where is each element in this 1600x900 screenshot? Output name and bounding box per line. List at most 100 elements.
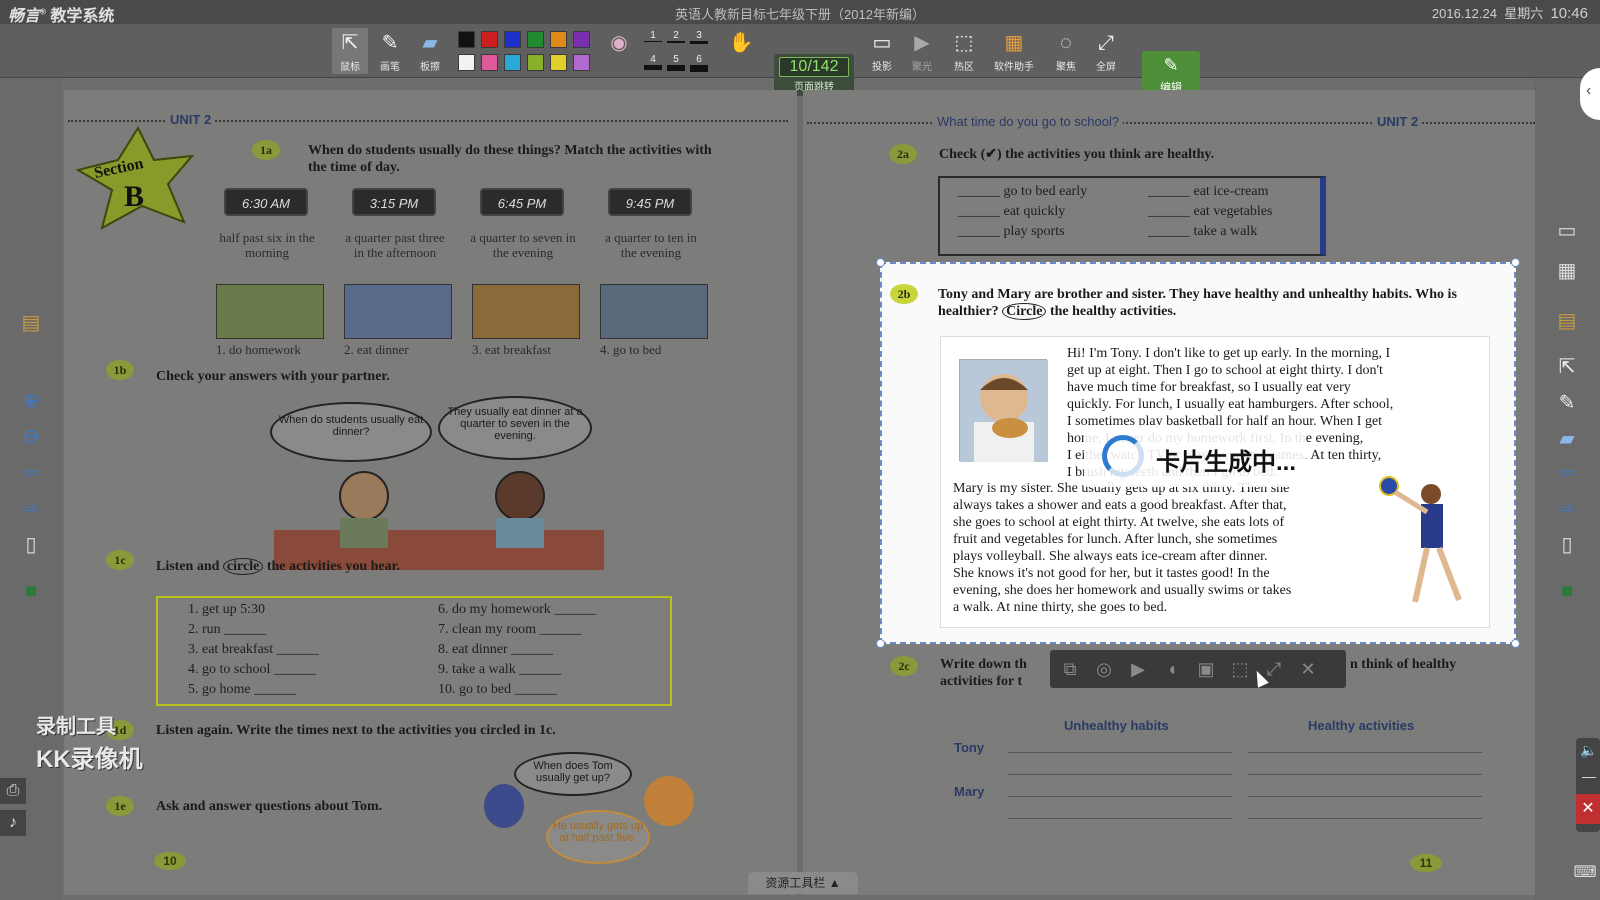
color-swatch[interactable]: [573, 31, 590, 48]
answer-line[interactable]: [1248, 752, 1482, 753]
hotzone-button[interactable]: ⬚ 热区: [946, 28, 982, 74]
window-title: 英语人教新目标七年级下册（2012年新编）: [675, 7, 925, 22]
color-swatch[interactable]: [550, 54, 567, 71]
frame-icon[interactable]: ▣: [1194, 658, 1218, 680]
eraser-icon[interactable]: ▰: [1554, 426, 1580, 452]
prev-page-icon[interactable]: ⇦: [1554, 460, 1580, 486]
section-b-star: Section B: [72, 125, 204, 236]
line-width-option[interactable]: 4: [644, 54, 662, 70]
activity-item: 4. go to school ______: [188, 662, 316, 677]
color-swatch[interactable]: [481, 31, 498, 48]
checklist-item: ______ eat quickly: [958, 204, 1066, 219]
line-width-option[interactable]: 1: [644, 30, 662, 42]
answer-line[interactable]: [1248, 818, 1482, 819]
checklist-item: ______ eat vegetables: [1148, 204, 1273, 219]
prev-page-icon[interactable]: ⇦: [18, 460, 44, 486]
whiteboard-icon[interactable]: ▭: [1554, 218, 1580, 244]
mouse-tool-button[interactable]: ⇱ 鼠标: [332, 28, 368, 74]
layout-icon[interactable]: ⧉: [1058, 658, 1082, 680]
line-width-option[interactable]: 2: [667, 30, 685, 43]
resize-handle[interactable]: [876, 258, 885, 267]
lightbulb-icon[interactable]: ◎: [1092, 658, 1116, 680]
color-wheel-button[interactable]: ◉: [604, 28, 634, 74]
focus-button[interactable]: ◌ 聚焦: [1048, 28, 1084, 74]
homework-image: [216, 284, 324, 339]
speaker-icon[interactable]: ◖: [1160, 658, 1184, 680]
answer-line[interactable]: [1248, 774, 1482, 775]
answer-line[interactable]: [1008, 774, 1232, 775]
card-loading-overlay: 卡片生成中...: [1084, 425, 1306, 487]
digital-clock: 6:45 PM: [480, 188, 564, 216]
resize-handle[interactable]: [876, 639, 885, 648]
next-page-icon[interactable]: ⇨: [18, 496, 44, 522]
activity-item: 2. run ______: [188, 622, 267, 637]
speech-bubble: He usually gets up at half past five.: [546, 810, 650, 864]
activity-item: 3. eat breakfast ______: [188, 642, 319, 657]
notebook-icon[interactable]: ▤: [18, 310, 44, 336]
zoom-in-icon[interactable]: ⊕: [18, 388, 44, 414]
music-note-icon[interactable]: ♪: [0, 810, 26, 836]
next-page-icon[interactable]: ⇨: [1554, 496, 1580, 522]
zoom-out-icon[interactable]: ⊖: [18, 424, 44, 450]
close-icon[interactable]: ✕: [1576, 794, 1600, 824]
answer-line[interactable]: [1008, 796, 1232, 797]
board-icon[interactable]: ■: [1554, 578, 1580, 604]
collapse-tab[interactable]: ‹: [1580, 68, 1600, 120]
answer-line[interactable]: [1008, 752, 1232, 753]
hand-tool-button[interactable]: ✋: [726, 28, 756, 74]
speaker-icon[interactable]: 🔈: [1580, 742, 1597, 759]
play-icon[interactable]: ▶: [1126, 658, 1150, 680]
resource-toolbar-toggle[interactable]: 资源工具栏 ▲: [748, 872, 858, 894]
activity-item: 6. do my homework ______: [438, 602, 597, 617]
document-icon[interactable]: ▯: [1554, 532, 1580, 558]
screenshot-icon[interactable]: ⬚: [1228, 658, 1252, 680]
pen-tool-button[interactable]: ✎ 画笔: [372, 28, 408, 74]
document-icon[interactable]: ▯: [18, 532, 44, 558]
thumbnails-icon[interactable]: ▦: [1554, 258, 1580, 284]
time-label: a quarter past three in the afternoon: [345, 230, 445, 260]
notebook-icon[interactable]: ▤: [1554, 308, 1580, 334]
keyboard-icon[interactable]: ⌨: [1572, 860, 1598, 886]
line-width-option[interactable]: 5: [667, 54, 685, 71]
minus-icon[interactable]: —: [1582, 768, 1596, 784]
eraser-icon: ▰: [422, 32, 438, 54]
color-swatch[interactable]: [527, 31, 544, 48]
row-label: Tony: [954, 740, 985, 755]
textbook-page-left: UNIT 2 Section B 1a When do students usu…: [64, 90, 797, 895]
unit-label: UNIT 2: [166, 112, 216, 127]
board-icon[interactable]: ■: [18, 578, 44, 604]
spotlight-button[interactable]: ▶ 聚光: [904, 28, 940, 74]
answer-line[interactable]: [1248, 796, 1482, 797]
pen-icon[interactable]: ✎: [1554, 390, 1580, 416]
color-swatch[interactable]: [573, 54, 590, 71]
exercise-number: 1c: [106, 550, 134, 570]
software-assistant-button[interactable]: ▦ 软件助手: [990, 28, 1038, 74]
line-width-option[interactable]: 6: [690, 54, 708, 72]
close-icon[interactable]: ✕: [1296, 658, 1320, 680]
color-swatch[interactable]: [527, 54, 544, 71]
projector-icon: ▭: [872, 32, 892, 54]
color-swatch[interactable]: [458, 31, 475, 48]
eraser-tool-button[interactable]: ▰ 板擦: [412, 28, 448, 74]
color-wheel-icon: ◉: [610, 32, 628, 54]
record-tool-icon[interactable]: ⎙: [0, 778, 26, 804]
title-bar: 畅言® 教学系统 英语人教新目标七年级下册（2012年新编） 2016.12.2…: [0, 0, 1600, 25]
resize-handle[interactable]: [1511, 639, 1520, 648]
color-swatch[interactable]: [504, 31, 521, 48]
listening-activity-box: 1. get up 5:30 2. run ______ 3. eat brea…: [156, 596, 672, 706]
color-swatch[interactable]: [504, 54, 521, 71]
cursor-icon[interactable]: ⇱: [1554, 354, 1580, 380]
checklist-item: ______ eat ice-cream: [1148, 184, 1269, 199]
fullscreen-button[interactable]: ⤢ 全屏: [1088, 28, 1124, 74]
activity-item: 7. clean my room ______: [438, 622, 582, 637]
projection-button[interactable]: ▭ 投影: [864, 28, 900, 74]
picture-label: 3. eat breakfast: [472, 342, 552, 357]
spotlight-icon: ▶: [914, 32, 930, 54]
color-swatch[interactable]: [550, 31, 567, 48]
line-width-option[interactable]: 3: [690, 30, 708, 44]
color-swatch[interactable]: [458, 54, 475, 71]
resize-handle[interactable]: [1511, 258, 1520, 267]
color-swatch[interactable]: [481, 54, 498, 71]
answer-line[interactable]: [1008, 818, 1232, 819]
exercise-instruction: Write down th activities for t: [940, 657, 1027, 689]
